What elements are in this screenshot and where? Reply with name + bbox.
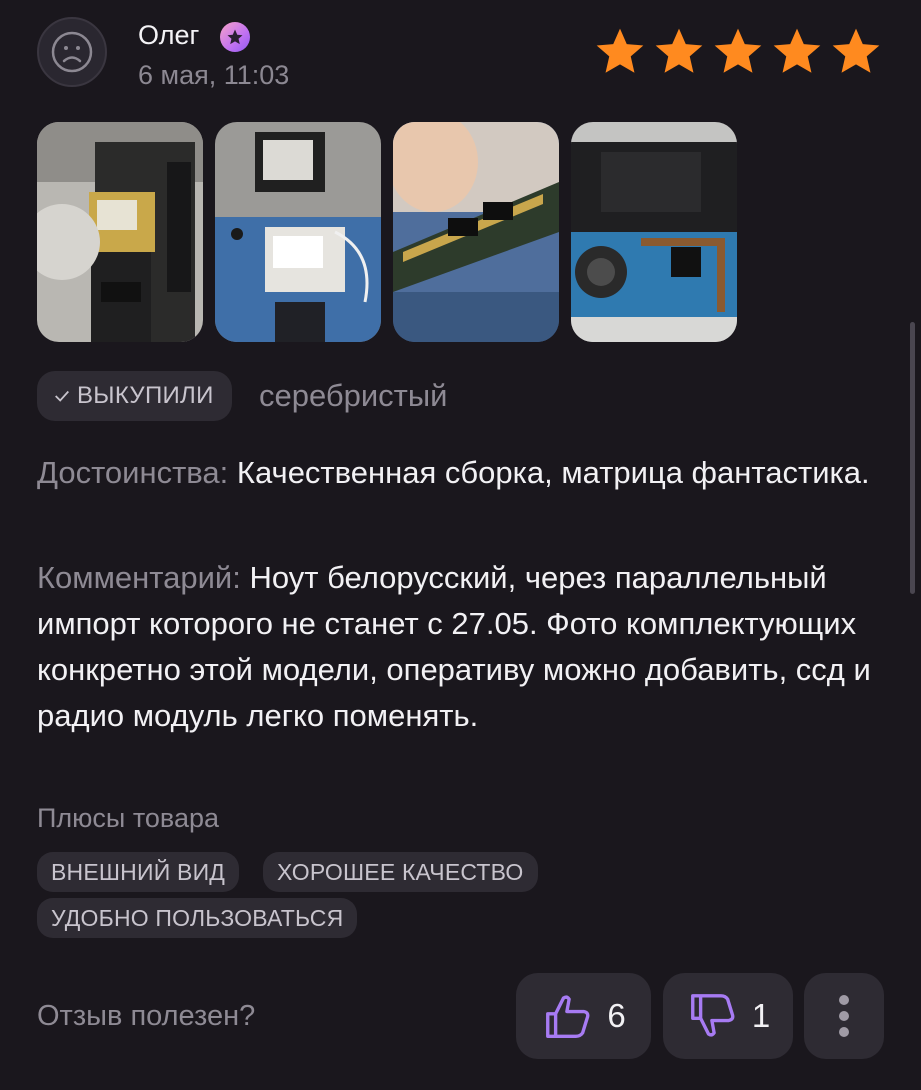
rating-stars (592, 24, 884, 80)
dislike-button[interactable]: 1 (663, 973, 793, 1059)
star-icon (596, 28, 644, 73)
tag-appearance[interactable]: ВНЕШНИЙ ВИД (37, 852, 240, 892)
more-vertical-icon (839, 995, 849, 1037)
thumb-down-icon (690, 994, 735, 1037)
star-icon (832, 28, 880, 73)
photo-gallery (37, 122, 737, 342)
thumb-up-icon (546, 995, 590, 1038)
pros-label: Достоинства: (37, 455, 229, 490)
photo-motherboard[interactable] (571, 122, 737, 342)
pros-text: Качественная сборка, матрица фантастика. (236, 455, 870, 490)
check-icon (55, 390, 69, 402)
comment-paragraph: Комментарий: Ноут белорусский, через пар… (37, 555, 897, 739)
photo-ssd[interactable] (37, 122, 203, 342)
like-button[interactable]: 6 (516, 973, 651, 1059)
scrollbar[interactable] (910, 322, 915, 594)
tag-quality[interactable]: ХОРОШЕЕ КАЧЕСТВО (263, 852, 538, 892)
avatar-icon (51, 31, 93, 73)
star-icon (714, 28, 762, 73)
like-count: 6 (607, 997, 626, 1034)
photo-wifi-module[interactable] (215, 122, 381, 342)
author-name: Олег (138, 20, 200, 50)
pros-paragraph: Достоинства: Качественная сборка, матриц… (37, 450, 897, 496)
helpful-question: Отзыв полезен? (37, 1000, 256, 1032)
bought-label: ВЫКУПИЛИ (77, 382, 214, 409)
dislike-count: 1 (751, 997, 771, 1034)
photo-ram[interactable] (393, 122, 559, 342)
variant-label: серебристый (259, 378, 448, 413)
product-pros-title: Плюсы товара (37, 803, 219, 833)
bought-badge: ВЫКУПИЛИ (37, 371, 232, 421)
avatar[interactable] (37, 17, 107, 87)
review-date: 6 мая, 11:03 (138, 60, 290, 90)
star-icon (655, 28, 703, 73)
badge-star-icon (220, 22, 250, 52)
tag-convenient[interactable]: УДОБНО ПОЛЬЗОВАТЬСЯ (37, 898, 358, 938)
comment-label: Комментарий: (37, 560, 241, 595)
star-icon (773, 28, 821, 73)
more-button[interactable] (804, 973, 884, 1059)
